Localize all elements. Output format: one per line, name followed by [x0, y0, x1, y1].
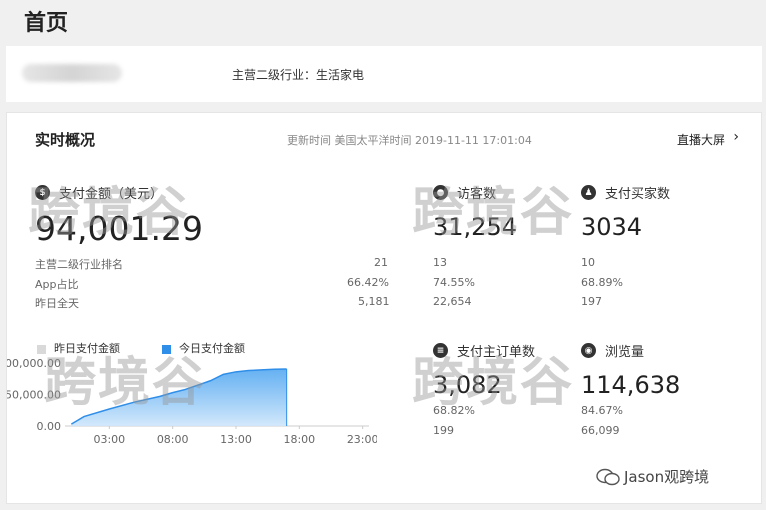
pageviews-app-share: 84.67% — [581, 404, 623, 417]
wechat-icon — [596, 468, 620, 485]
pageviews-yesterday: 66,099 — [581, 424, 620, 437]
shop-info-bar: 主营二级行业：生活家电 — [6, 46, 762, 102]
visitors-value: 31,254 — [433, 213, 517, 241]
app-share-value: 66.42% — [347, 276, 389, 289]
orders-yesterday: 199 — [433, 424, 454, 437]
payment-amount-header: $ 支付金额（美元） — [35, 183, 163, 202]
payment-amount-label: 支付金额（美元） — [59, 187, 164, 202]
y-tick-label: 50,000.00 — [7, 389, 61, 402]
visitors-rank: 13 — [433, 256, 447, 269]
orders-value: 3,082 — [433, 371, 502, 399]
shop-name-redacted — [22, 64, 122, 82]
x-tick-label: 08:00 — [157, 433, 189, 446]
pageviews-header: ◉ 浏览量 — [581, 341, 644, 360]
eye-icon: ◉ — [581, 343, 596, 358]
buyers-yesterday: 197 — [581, 295, 602, 308]
buyers-value: 3034 — [581, 213, 643, 241]
dollar-icon: $ — [35, 185, 50, 200]
brand-mark: Jason观跨境 — [596, 466, 709, 487]
realtime-overview-panel: 实时概况 更新时间 美国太平洋时间 2019-11-11 17:01:04 直播… — [6, 112, 762, 504]
visitors-app-share: 74.55% — [433, 276, 475, 289]
user-group-icon: ♟ — [581, 185, 596, 200]
orders-label: 支付主订单数 — [457, 345, 536, 360]
page-header: 首页 — [0, 0, 766, 44]
x-tick-label: 03:00 — [93, 433, 125, 446]
industry-rank-label: 主营二级行业排名 — [35, 258, 123, 271]
orders-app-share: 68.82% — [433, 404, 475, 417]
page-title: 首页 — [24, 11, 69, 36]
brand-name: Jason观跨境 — [624, 468, 710, 486]
yesterday-total-value: 5,181 — [358, 295, 390, 308]
x-tick-label: 23:00 — [347, 433, 377, 446]
update-time: 更新时间 美国太平洋时间 2019-11-11 17:01:04 — [287, 134, 532, 147]
x-tick-label: 13:00 — [220, 433, 252, 446]
order-icon: ≡ — [433, 343, 448, 358]
visitors-header: ● 访客数 — [433, 183, 496, 202]
buyers-app-share: 68.89% — [581, 276, 623, 289]
live-screen-link[interactable]: 直播大屏 — [677, 131, 725, 148]
y-tick-label: 100,000.00 — [7, 357, 61, 370]
payment-trend-chart: 100,000.00 50,000.00 0.00 03:00 08:00 13:00 18… — [7, 357, 377, 446]
orders-header: ≡ 支付主订单数 — [433, 341, 535, 360]
app-share-label: App占比 — [35, 278, 79, 291]
buyers-label: 支付买家数 — [605, 187, 671, 202]
y-tick-label: 0.00 — [37, 420, 62, 433]
footprint-icon: ● — [433, 185, 448, 200]
today-area-fill — [71, 368, 287, 426]
visitors-yesterday: 22,654 — [433, 295, 472, 308]
buyers-header: ♟ 支付买家数 — [581, 183, 670, 202]
visitors-label: 访客数 — [457, 187, 497, 202]
pageviews-label: 浏览量 — [605, 345, 645, 360]
x-tick-label: 18:00 — [283, 433, 315, 446]
chevron-right-icon[interactable]: › — [733, 129, 739, 145]
industry-rank-value: 21 — [374, 256, 388, 269]
payment-amount-value: 94,001.29 — [35, 209, 203, 248]
industry-label: 主营二级行业：生活家电 — [232, 68, 365, 82]
panel-title: 实时概况 — [35, 131, 96, 149]
yesterday-total-label: 昨日全天 — [35, 297, 79, 310]
buyers-rank: 10 — [581, 256, 595, 269]
pageviews-value: 114,638 — [581, 371, 681, 399]
